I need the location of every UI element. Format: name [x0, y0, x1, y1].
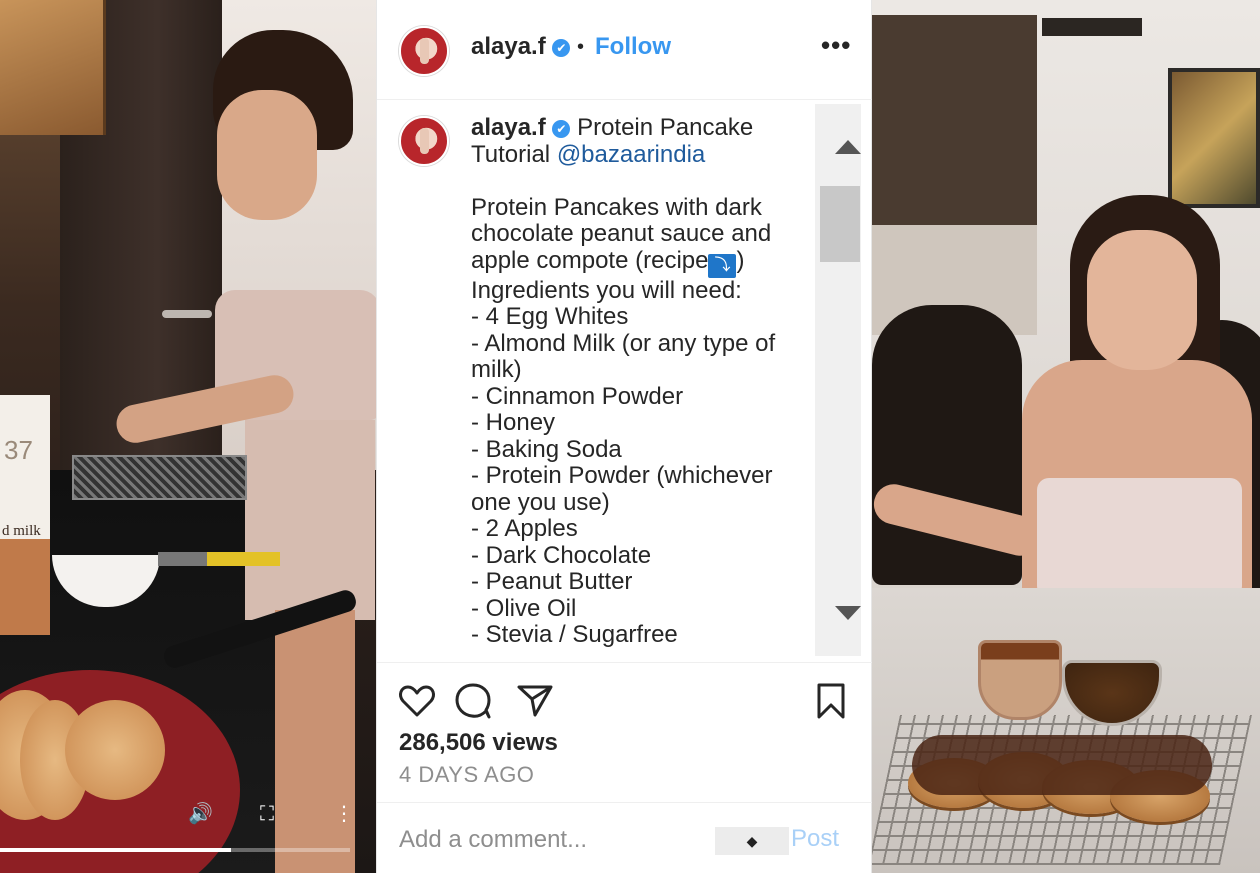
- ingredient-item: - Almond Milk (or any type of milk): [471, 329, 782, 383]
- caption-close-paren: ): [736, 246, 745, 274]
- carton-number: 37: [4, 435, 33, 465]
- ingredient-item: - Baking Soda: [471, 435, 622, 463]
- caption-username[interactable]: alaya.f: [471, 114, 546, 141]
- save-bookmark-icon[interactable]: [811, 681, 851, 721]
- pancake: [65, 700, 165, 800]
- face: [217, 90, 317, 220]
- ingredient-item: - 4 Egg Whites: [471, 303, 629, 330]
- ingredient-item: - Dark Chocolate: [471, 541, 652, 569]
- scroll-thumb[interactable]: [820, 186, 860, 262]
- emoji-picker-button[interactable]: ◆: [715, 827, 789, 855]
- spatula: [158, 552, 280, 566]
- shorts: [245, 420, 375, 620]
- share-paper-plane-icon[interactable]: [515, 681, 555, 721]
- caption-avatar[interactable]: [399, 116, 449, 166]
- ingredient-item: - Protein Powder (whichever one you use): [471, 462, 780, 516]
- video-menu-icon[interactable]: ⋮: [334, 804, 354, 824]
- chocolate-sauce-topping: [912, 735, 1212, 795]
- carton-label: d milk: [2, 523, 41, 539]
- video-progress-bar[interactable]: [0, 848, 350, 852]
- ruffled-top: [1037, 478, 1242, 598]
- ingredient-item: - Cinnamon Powder: [471, 382, 684, 410]
- dark-cabinet: [872, 15, 1037, 230]
- ingredient-item: - 2 Apples: [471, 515, 578, 542]
- video-progress-fill: [0, 848, 231, 852]
- mention-link[interactable]: @bazaarindia: [557, 141, 705, 168]
- scroll-up-arrow-icon[interactable]: [835, 140, 861, 154]
- woman-smiling-face: [1087, 230, 1197, 370]
- ingredient-item: - Peanut Butter: [471, 568, 633, 595]
- comment-input[interactable]: [399, 823, 709, 857]
- ingredients-heading: Ingredients you will need:: [471, 276, 742, 304]
- left-video-panel[interactable]: 37 d milk 🔊 ⛶ ⋮: [0, 0, 376, 873]
- avatar[interactable]: [399, 26, 449, 76]
- leg: [275, 610, 355, 873]
- scroll-down-arrow-icon[interactable]: [835, 606, 861, 620]
- caption-verified-badge-icon: ✔: [552, 119, 571, 138]
- like-heart-icon[interactable]: [397, 681, 437, 721]
- almond-milk-carton: 37 d milk: [0, 395, 50, 635]
- comment-bubble-icon[interactable]: [453, 681, 493, 721]
- ingredient-item: - Honey: [471, 409, 556, 436]
- caption-area[interactable]: alaya.f ✔ Protein Pancake Tutorial @baza…: [377, 104, 859, 656]
- instagram-post-panel: alaya.f ✔ • Follow ••• alaya.f ✔ Protein…: [376, 0, 873, 873]
- username-text[interactable]: alaya.f: [471, 33, 546, 60]
- post-timestamp[interactable]: 4 DAYS AGO: [399, 762, 534, 788]
- ingredient-item: - Stevia / Sugarfree: [471, 621, 678, 648]
- post-actions: 286,506 views 4 DAYS AGO: [377, 662, 873, 802]
- sauce-cup: [978, 640, 1062, 720]
- wall-shelf: [1042, 18, 1142, 36]
- kitchen-cabinet: [0, 0, 106, 135]
- view-count[interactable]: 286,506 views: [399, 729, 558, 757]
- verified-badge-icon: ✔: [552, 38, 571, 57]
- down-arrow-emoji-icon: ⤵: [708, 253, 737, 278]
- framed-painting: [1168, 68, 1260, 208]
- comment-bar: ◆ Post: [377, 802, 873, 873]
- volume-icon[interactable]: 🔊: [188, 804, 213, 824]
- caption-scrollbar[interactable]: [815, 104, 861, 656]
- post-header: alaya.f ✔ • Follow •••: [377, 0, 873, 100]
- post-comment-button[interactable]: Post: [791, 825, 839, 853]
- fullscreen-icon[interactable]: ⛶: [260, 804, 274, 824]
- follow-button[interactable]: Follow: [595, 33, 671, 61]
- right-video-panel[interactable]: [872, 0, 1260, 873]
- caption-text: alaya.f ✔ Protein Pancake Tutorial @baza…: [471, 114, 801, 649]
- more-options-icon[interactable]: •••: [821, 30, 851, 61]
- ingredient-item: - Olive Oil: [471, 594, 577, 622]
- header-username[interactable]: alaya.f ✔: [471, 33, 571, 61]
- header-separator: •: [577, 36, 585, 58]
- griddle: [72, 455, 247, 500]
